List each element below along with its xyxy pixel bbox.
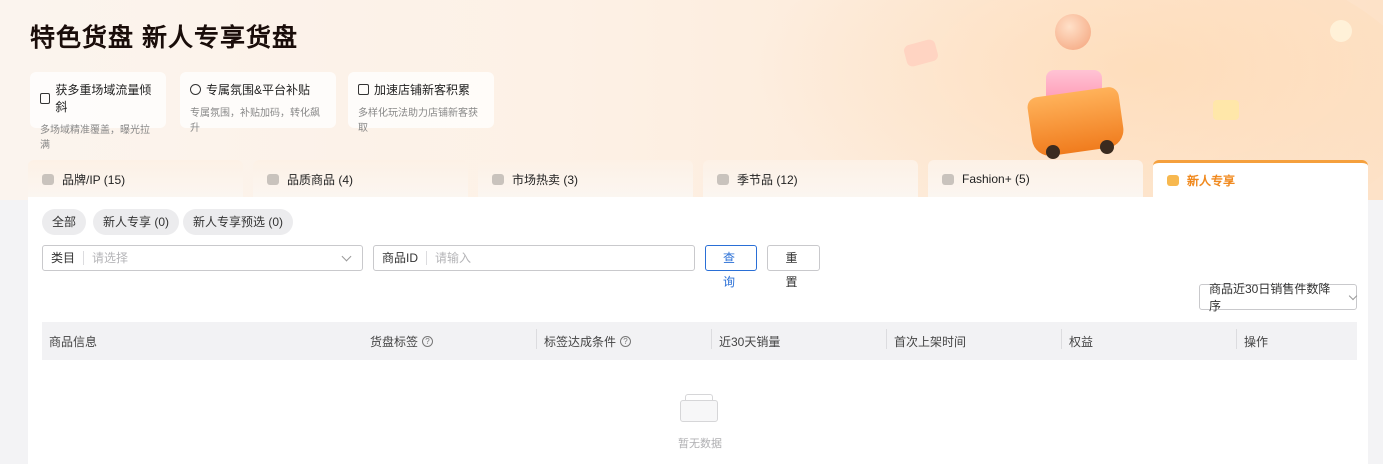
fashion-icon [942, 173, 954, 185]
column-divider [886, 329, 887, 349]
tab-fashion-plus[interactable]: Fashion+ (5) [928, 160, 1143, 198]
filter-chip-new-user[interactable]: 新人专享 (0) [93, 209, 180, 235]
feature-desc: 多场域精准覆盖，曝光拉满 [40, 125, 150, 151]
tab-new-user-exclusive[interactable]: 新人专享 [1153, 160, 1368, 198]
column-header: 操作 [1236, 329, 1268, 350]
empty-state-text: 暂无数据 [678, 438, 722, 450]
page-title-text: 特色货盘 新人专享货盘 [30, 24, 298, 52]
feature-card-new-customers: 加速店铺新客积累 多样化玩法助力店铺新客获取 [348, 72, 494, 134]
feature-card-traffic: 获多重场域流量倾斜 多场域精准覆盖，曝光拉满 [30, 72, 166, 151]
chart-icon [40, 92, 51, 104]
filter-chip-all[interactable]: 全部 [42, 209, 87, 235]
bar-chart-icon [358, 84, 369, 95]
product-id-field[interactable]: 商品ID [373, 245, 695, 271]
tab-quality-goods[interactable]: 品质商品 (4) [253, 160, 468, 198]
cart-wheel-illustration [1100, 140, 1114, 154]
check-circle-icon [190, 84, 201, 95]
column-header: 商品信息 [49, 335, 98, 349]
help-icon[interactable]: ? [422, 336, 434, 347]
gift-icon [1167, 175, 1179, 186]
feature-title: 专属氛围&平台补贴 [206, 83, 311, 97]
column-header: 近30天销量 [711, 329, 780, 350]
column-header: 标签达成条件? [536, 329, 632, 350]
main-panel: 全部 新人专享 (0) 新人专享预选 (0) 类目 商品ID 查询 重置 商品近… [28, 197, 1368, 464]
tab-hot-selling[interactable]: 市场热卖 (3) [478, 160, 693, 198]
help-icon[interactable]: ? [620, 336, 632, 347]
column-header: 货盘标签? [370, 333, 434, 350]
table-header: 商品信息 货盘标签? 标签达成条件? 近30天销量 首次上架时间 权益 操作 [42, 322, 1357, 360]
category-input[interactable] [84, 247, 343, 269]
column-divider [711, 329, 712, 349]
decor-cube-illustration [1213, 100, 1239, 120]
reset-button[interactable]: 重置 [767, 245, 820, 289]
cart-wheel-illustration [1046, 145, 1060, 159]
feature-title: 获多重场域流量倾斜 [55, 83, 152, 114]
column-header: 权益 [1061, 329, 1093, 350]
tab-brand-ip[interactable]: 品牌/IP (15) [28, 160, 243, 198]
brand-icon [42, 173, 54, 185]
feature-card-subsidy: 专属氛围&平台补贴 专属氛围，补贴加码，转化飙升 [180, 72, 336, 134]
decor-ball-illustration [1330, 20, 1352, 42]
page-title: 特色货盘 新人专享货盘 [30, 18, 298, 54]
season-icon [717, 173, 729, 185]
heart-balloon-illustration [1055, 14, 1091, 50]
heart-icon [267, 173, 279, 185]
feature-title: 加速店铺新客积累 [374, 83, 471, 97]
category-label: 类目 [43, 251, 85, 265]
empty-box-icon [680, 392, 718, 422]
column-divider [536, 329, 537, 349]
feature-desc: 专属氛围，补贴加码，转化飙升 [190, 108, 320, 134]
chevron-down-icon [341, 251, 352, 261]
column-header: 首次上架时间 [886, 329, 966, 350]
category-select[interactable]: 类目 [42, 245, 363, 271]
filter-chip-new-user-preselect[interactable]: 新人专享预选 (0) [183, 209, 294, 235]
hot-icon [492, 173, 504, 185]
query-button[interactable]: 查询 [705, 245, 757, 289]
column-divider [1236, 329, 1237, 349]
sort-select[interactable]: 商品近30日销售件数降序 [1199, 282, 1358, 313]
product-id-label: 商品ID [374, 251, 428, 265]
chevron-down-icon [1348, 291, 1358, 300]
tab-seasonal[interactable]: 季节品 (12) [703, 160, 918, 198]
feature-desc: 多样化玩法助力店铺新客获取 [358, 108, 478, 134]
product-id-input[interactable] [427, 247, 694, 269]
column-divider [1061, 329, 1062, 349]
category-tabs: 品牌/IP (15) 品质商品 (4) 市场热卖 (3) 季节品 (12) Fa… [28, 160, 1368, 198]
sort-select-value: 商品近30日销售件数降序 [1209, 282, 1331, 313]
